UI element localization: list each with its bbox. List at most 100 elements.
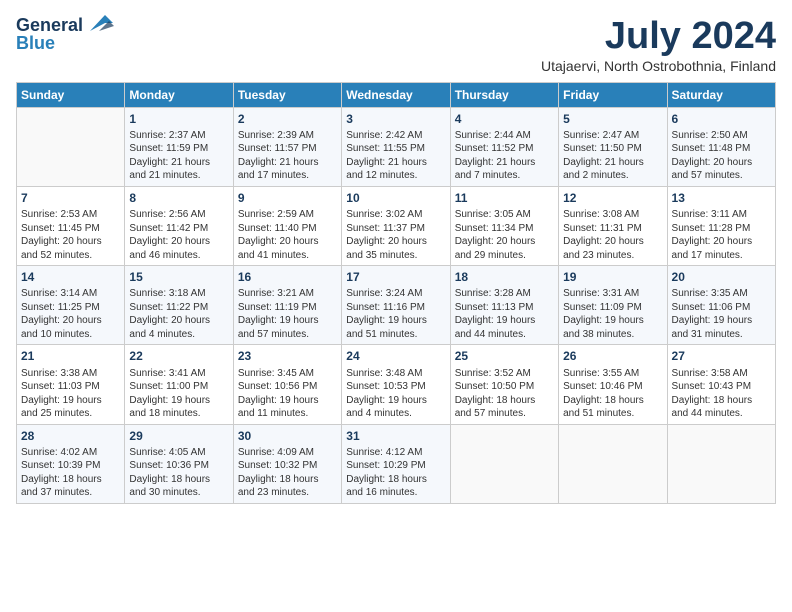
day-number: 2 (238, 111, 337, 127)
day-number: 13 (672, 190, 771, 206)
day-info: Sunrise: 4:12 AM Sunset: 10:29 PM Daylig… (346, 446, 445, 500)
day-number: 8 (129, 190, 228, 206)
calendar-week-5: 28 Sunrise: 4:02 AM Sunset: 10:39 PM Dayl… (17, 424, 776, 503)
calendar-cell (667, 424, 775, 503)
day-number: 3 (346, 111, 445, 127)
calendar-cell: 26 Sunrise: 3:55 AM Sunset: 10:46 PM Dayl… (559, 345, 667, 424)
day-info: Sunrise: 3:24 AM Sunset: 11:16 PM Daylig… (346, 287, 445, 341)
calendar-cell: 22 Sunrise: 3:41 AM Sunset: 11:00 PM Dayl… (125, 345, 233, 424)
day-header-saturday: Saturday (667, 82, 775, 107)
day-number: 4 (455, 111, 554, 127)
calendar-cell: 21 Sunrise: 3:38 AM Sunset: 11:03 PM Dayl… (17, 345, 125, 424)
calendar-cell: 14Sunrise: 3:14 AM Sunset: 11:25 PM Dayl… (17, 266, 125, 345)
calendar-cell: 24 Sunrise: 3:48 AM Sunset: 10:53 PM Dayl… (342, 345, 450, 424)
day-info: Sunrise: 3:21 AM Sunset: 11:19 PM Daylig… (238, 287, 337, 341)
calendar-week-1: 1Sunrise: 2:37 AM Sunset: 11:59 PM Dayli… (17, 107, 776, 186)
day-info: Sunrise: 2:53 AM Sunset: 11:45 PM Daylig… (21, 208, 120, 262)
calendar-cell: 17 Sunrise: 3:24 AM Sunset: 11:16 PM Dayl… (342, 266, 450, 345)
day-info: Sunrise: 3:38 AM Sunset: 11:03 PM Daylig… (21, 367, 120, 421)
day-info: Sunrise: 3:18 AM Sunset: 11:22 PM Daylig… (129, 287, 228, 341)
day-header-tuesday: Tuesday (233, 82, 341, 107)
day-info: Sunrise: 3:05 AM Sunset: 11:34 PM Daylig… (455, 208, 554, 262)
day-number: 5 (563, 111, 662, 127)
calendar-cell: 13 Sunrise: 3:11 AM Sunset: 11:28 PM Dayl… (667, 186, 775, 265)
calendar-cell (17, 107, 125, 186)
logo-blue: Blue (16, 34, 55, 52)
day-info: Sunrise: 2:37 AM Sunset: 11:59 PM Daylig… (129, 129, 228, 183)
calendar-cell: 20Sunrise: 3:35 AM Sunset: 11:06 PM Dayl… (667, 266, 775, 345)
calendar-cell: 16 Sunrise: 3:21 AM Sunset: 11:19 PM Dayl… (233, 266, 341, 345)
calendar-cell: 15 Sunrise: 3:18 AM Sunset: 11:22 PM Dayl… (125, 266, 233, 345)
day-info: Sunrise: 2:50 AM Sunset: 11:48 PM Daylig… (672, 129, 771, 183)
logo: General Blue (16, 16, 115, 52)
month-title: July 2024 (541, 16, 776, 58)
calendar-cell: 28 Sunrise: 4:02 AM Sunset: 10:39 PM Dayl… (17, 424, 125, 503)
day-number: 26 (563, 348, 662, 364)
calendar-cell: 9Sunrise: 2:59 AM Sunset: 11:40 PM Dayli… (233, 186, 341, 265)
day-header-wednesday: Wednesday (342, 82, 450, 107)
day-number: 10 (346, 190, 445, 206)
day-number: 17 (346, 269, 445, 285)
day-number: 31 (346, 428, 445, 444)
calendar-cell: 1Sunrise: 2:37 AM Sunset: 11:59 PM Dayli… (125, 107, 233, 186)
calendar-cell: 31 Sunrise: 4:12 AM Sunset: 10:29 PM Dayl… (342, 424, 450, 503)
calendar-cell: 2 Sunrise: 2:39 AM Sunset: 11:57 PM Dayli… (233, 107, 341, 186)
calendar-cell: 5 Sunrise: 2:47 AM Sunset: 11:50 PM Dayli… (559, 107, 667, 186)
day-info: Sunrise: 3:58 AM Sunset: 10:43 PM Daylig… (672, 367, 771, 421)
day-number: 18 (455, 269, 554, 285)
day-info: Sunrise: 3:02 AM Sunset: 11:37 PM Daylig… (346, 208, 445, 262)
day-info: Sunrise: 2:44 AM Sunset: 11:52 PM Daylig… (455, 129, 554, 183)
calendar-cell: 27 Sunrise: 3:58 AM Sunset: 10:43 PM Dayl… (667, 345, 775, 424)
day-info: Sunrise: 3:48 AM Sunset: 10:53 PM Daylig… (346, 367, 445, 421)
calendar-week-2: 7 Sunrise: 2:53 AM Sunset: 11:45 PM Dayli… (17, 186, 776, 265)
calendar-cell: 8 Sunrise: 2:56 AM Sunset: 11:42 PM Dayli… (125, 186, 233, 265)
calendar-cell: 6Sunrise: 2:50 AM Sunset: 11:48 PM Dayli… (667, 107, 775, 186)
title-area: July 2024 Utajaervi, North Ostrobothnia,… (541, 16, 776, 74)
calendar-cell: 4 Sunrise: 2:44 AM Sunset: 11:52 PM Dayli… (450, 107, 558, 186)
calendar-week-3: 14Sunrise: 3:14 AM Sunset: 11:25 PM Dayl… (17, 266, 776, 345)
day-number: 20 (672, 269, 771, 285)
page-header: General Blue July 2024 Utajaervi, North … (16, 16, 776, 74)
calendar-cell: 10 Sunrise: 3:02 AM Sunset: 11:37 PM Dayl… (342, 186, 450, 265)
day-info: Sunrise: 3:31 AM Sunset: 11:09 PM Daylig… (563, 287, 662, 341)
calendar-cell (559, 424, 667, 503)
logo-general: General (16, 16, 83, 34)
day-info: Sunrise: 3:14 AM Sunset: 11:25 PM Daylig… (21, 287, 120, 341)
day-info: Sunrise: 2:56 AM Sunset: 11:42 PM Daylig… (129, 208, 228, 262)
calendar-cell: 19 Sunrise: 3:31 AM Sunset: 11:09 PM Dayl… (559, 266, 667, 345)
calendar-cell: 29 Sunrise: 4:05 AM Sunset: 10:36 PM Dayl… (125, 424, 233, 503)
calendar-cell: 7 Sunrise: 2:53 AM Sunset: 11:45 PM Dayli… (17, 186, 125, 265)
calendar-cell: 12Sunrise: 3:08 AM Sunset: 11:31 PM Dayl… (559, 186, 667, 265)
day-info: Sunrise: 2:39 AM Sunset: 11:57 PM Daylig… (238, 129, 337, 183)
day-number: 16 (238, 269, 337, 285)
day-number: 27 (672, 348, 771, 364)
day-info: Sunrise: 2:47 AM Sunset: 11:50 PM Daylig… (563, 129, 662, 183)
calendar-week-4: 21 Sunrise: 3:38 AM Sunset: 11:03 PM Dayl… (17, 345, 776, 424)
day-number: 22 (129, 348, 228, 364)
day-info: Sunrise: 3:45 AM Sunset: 10:56 PM Daylig… (238, 367, 337, 421)
calendar-table: SundayMondayTuesdayWednesdayThursdayFrid… (16, 82, 776, 504)
calendar-cell: 23 Sunrise: 3:45 AM Sunset: 10:56 PM Dayl… (233, 345, 341, 424)
day-info: Sunrise: 3:41 AM Sunset: 11:00 PM Daylig… (129, 367, 228, 421)
calendar-body: 1Sunrise: 2:37 AM Sunset: 11:59 PM Dayli… (17, 107, 776, 503)
day-info: Sunrise: 3:55 AM Sunset: 10:46 PM Daylig… (563, 367, 662, 421)
day-number: 7 (21, 190, 120, 206)
day-header-thursday: Thursday (450, 82, 558, 107)
day-number: 21 (21, 348, 120, 364)
day-info: Sunrise: 4:05 AM Sunset: 10:36 PM Daylig… (129, 446, 228, 500)
day-info: Sunrise: 4:09 AM Sunset: 10:32 PM Daylig… (238, 446, 337, 500)
calendar-cell (450, 424, 558, 503)
day-info: Sunrise: 3:11 AM Sunset: 11:28 PM Daylig… (672, 208, 771, 262)
day-number: 25 (455, 348, 554, 364)
calendar-cell: 11Sunrise: 3:05 AM Sunset: 11:34 PM Dayl… (450, 186, 558, 265)
calendar-header-row: SundayMondayTuesdayWednesdayThursdayFrid… (17, 82, 776, 107)
day-number: 24 (346, 348, 445, 364)
day-number: 29 (129, 428, 228, 444)
day-number: 23 (238, 348, 337, 364)
day-number: 15 (129, 269, 228, 285)
day-info: Sunrise: 4:02 AM Sunset: 10:39 PM Daylig… (21, 446, 120, 500)
day-header-monday: Monday (125, 82, 233, 107)
day-number: 28 (21, 428, 120, 444)
day-number: 19 (563, 269, 662, 285)
logo-icon (85, 13, 115, 33)
